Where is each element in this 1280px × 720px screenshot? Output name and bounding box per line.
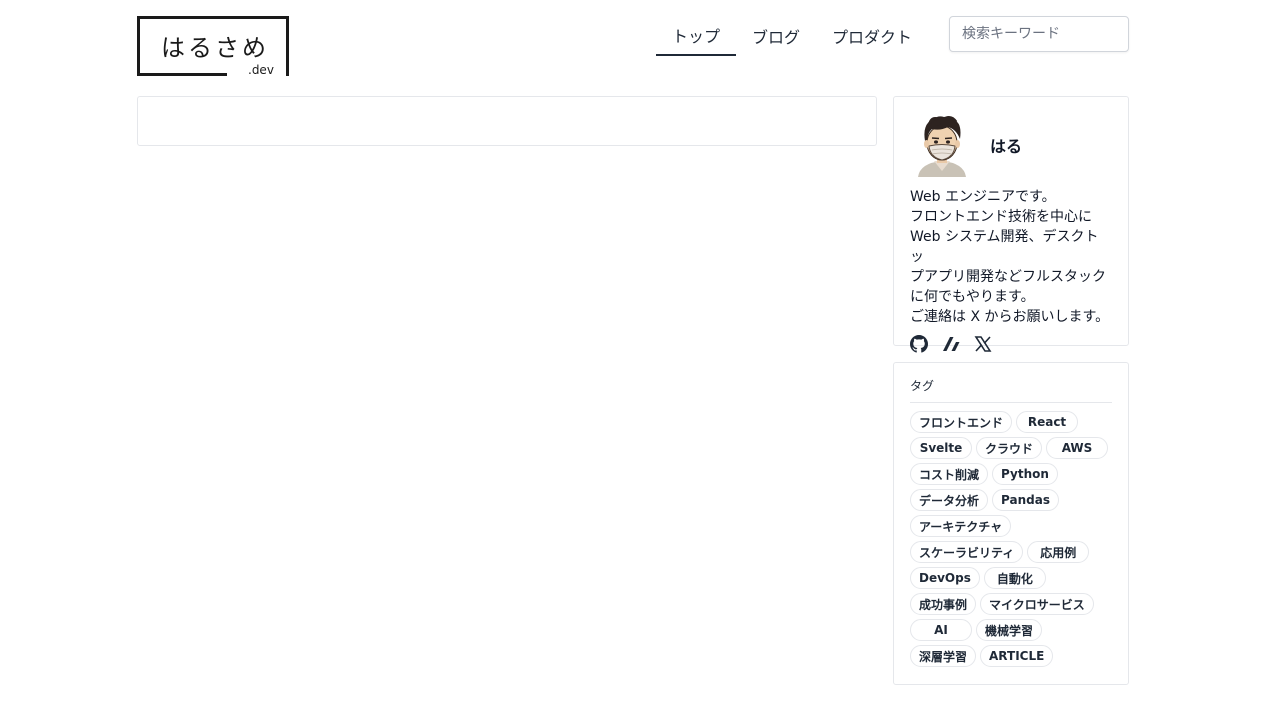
nav-item-top[interactable]: トップ	[656, 16, 737, 56]
tag-chip[interactable]: アーキテクチャ	[910, 515, 1012, 537]
nav-item-blog[interactable]: ブログ	[736, 16, 816, 56]
tag-chip[interactable]: AI	[910, 619, 972, 641]
bio-line: Web エンジニアです。	[910, 189, 1056, 205]
tag-chip[interactable]: クラウド	[976, 437, 1043, 459]
tag-chip[interactable]: 応用例	[1027, 541, 1090, 563]
social-links	[910, 333, 1112, 355]
logo-frame-bottom	[137, 73, 227, 76]
tag-chip[interactable]: コスト削減	[910, 463, 989, 485]
tag-chip[interactable]: Python	[992, 463, 1058, 485]
tag-chip[interactable]: データ分析	[910, 489, 989, 511]
profile-name: はる	[990, 137, 1023, 156]
logo-text: はるさめ	[161, 34, 269, 62]
zenn-icon[interactable]	[942, 335, 960, 353]
bio-line: プアプリ開発などフルスタック	[910, 269, 1106, 285]
tag-chip[interactable]: React	[1016, 411, 1079, 433]
tag-chip[interactable]: 成功事例	[910, 593, 977, 615]
profile-header: はる	[910, 113, 1112, 177]
tag-chip[interactable]: Pandas	[992, 489, 1059, 511]
bio-line: フロントエンド技術を中心に	[910, 209, 1092, 225]
bio-line: に何でもやります。	[910, 289, 1035, 305]
bio-line: Web システム開発、デスクトッ	[910, 229, 1099, 265]
tag-chip[interactable]: AWS	[1046, 437, 1109, 459]
tag-chip[interactable]: 深層学習	[910, 645, 977, 667]
tag-chip[interactable]: スケーラビリティ	[910, 541, 1024, 563]
tag-list: フロントエンド React Svelte クラウド AWS コスト削減 Pyth…	[910, 411, 1112, 667]
github-icon[interactable]	[910, 335, 928, 353]
tag-chip[interactable]: マイクロサービス	[980, 593, 1094, 615]
main-content-box	[137, 96, 877, 146]
x-icon[interactable]	[974, 335, 992, 353]
logo-suffix: .dev	[248, 63, 274, 77]
avatar	[918, 116, 966, 177]
tag-chip[interactable]: フロントエンド	[910, 411, 1013, 433]
profile-card: はる Web エンジニアです。 フロントエンド技術を中心に Web システム開発…	[893, 96, 1129, 353]
tags-card: タグ フロントエンド React Svelte クラウド AWS コスト削減 P…	[893, 362, 1129, 685]
profile-bio: Web エンジニアです。 フロントエンド技術を中心に Web システム開発、デス…	[910, 187, 1112, 327]
search-input[interactable]	[949, 16, 1129, 52]
tag-chip[interactable]: Svelte	[910, 437, 972, 459]
tag-chip[interactable]: DevOps	[910, 567, 980, 589]
bio-line: ご連絡は X からお願いします。	[910, 309, 1110, 325]
site-logo[interactable]: はるさめ .dev	[137, 16, 289, 77]
tags-heading: タグ	[910, 377, 1112, 403]
tag-chip[interactable]: 自動化	[983, 567, 1046, 589]
tag-chip[interactable]: 機械学習	[976, 619, 1043, 641]
main-nav: トップ ブログ プロダクト	[656, 16, 928, 56]
nav-item-products[interactable]: プロダクト	[816, 16, 928, 56]
tag-chip[interactable]: ARTICLE	[980, 645, 1054, 667]
